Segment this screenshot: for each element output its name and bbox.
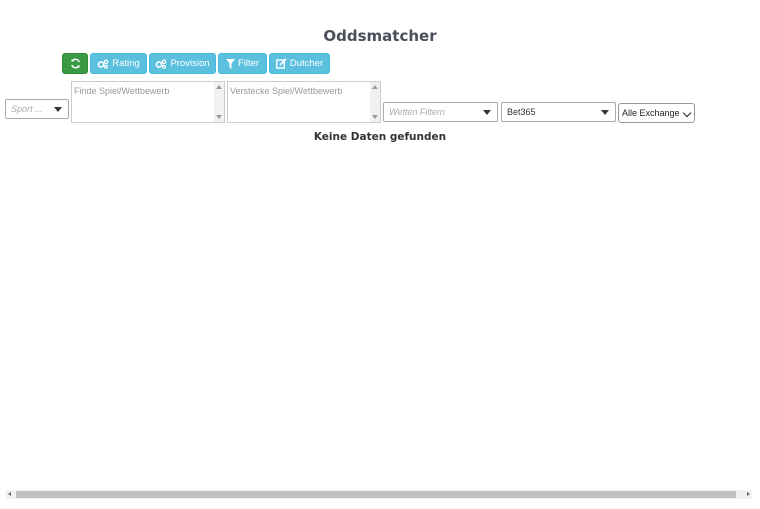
funnel-icon: [225, 58, 235, 69]
exchange-value: Alle Exchange: [622, 108, 680, 118]
filter-button[interactable]: Filter: [218, 53, 267, 74]
hide-match-placeholder: Verstecke Spiel/Wettbewerb: [230, 86, 343, 96]
chevron-down-icon: [54, 107, 62, 112]
rating-label: Rating: [112, 58, 140, 69]
provision-button[interactable]: Provision: [149, 53, 216, 74]
cogs-icon: [97, 58, 109, 69]
horizontal-scrollbar[interactable]: [6, 490, 752, 499]
scroll-up-icon: [372, 85, 378, 89]
hide-match-input[interactable]: Verstecke Spiel/Wettbewerb: [227, 81, 381, 123]
bets-filter-select[interactable]: Wetten Filtern: [383, 102, 498, 122]
filter-label: Filter: [237, 58, 260, 69]
textarea-scrollbar[interactable]: [370, 82, 380, 122]
scrollbar-thumb[interactable]: [16, 491, 736, 498]
empty-state-message: Keine Daten gefunden: [313, 131, 447, 143]
rating-button[interactable]: Rating: [90, 53, 147, 74]
sport-select[interactable]: Sport ...: [5, 99, 69, 119]
dutcher-label: Dutcher: [289, 58, 324, 69]
scroll-down-icon: [216, 115, 222, 119]
scroll-right-icon[interactable]: [747, 492, 750, 496]
exchange-select[interactable]: Alle Exchange: [618, 103, 695, 123]
provision-label: Provision: [170, 58, 210, 69]
scroll-left-icon[interactable]: [8, 492, 11, 496]
find-match-input[interactable]: Finde Spiel/Wettbewerb: [71, 81, 225, 123]
page-title: Oddsmatcher: [323, 27, 437, 45]
cogs-icon: [156, 58, 167, 69]
bookmaker-value: Bet365: [507, 107, 536, 117]
chevron-down-icon: [601, 110, 609, 115]
textarea-scrollbar[interactable]: [214, 82, 224, 122]
refresh-icon: [70, 58, 80, 69]
scroll-up-icon: [216, 85, 222, 89]
refresh-button[interactable]: [62, 53, 88, 74]
scroll-down-icon: [372, 115, 378, 119]
sport-select-placeholder: Sport ...: [11, 104, 43, 114]
bookmaker-select[interactable]: Bet365: [501, 102, 616, 122]
edit-icon: [275, 58, 287, 69]
chevron-down-icon: [483, 110, 491, 115]
bets-filter-placeholder: Wetten Filtern: [389, 107, 445, 117]
chevron-down-icon: [682, 108, 692, 118]
find-match-placeholder: Finde Spiel/Wettbewerb: [74, 86, 170, 96]
dutcher-button[interactable]: Dutcher: [269, 53, 330, 74]
